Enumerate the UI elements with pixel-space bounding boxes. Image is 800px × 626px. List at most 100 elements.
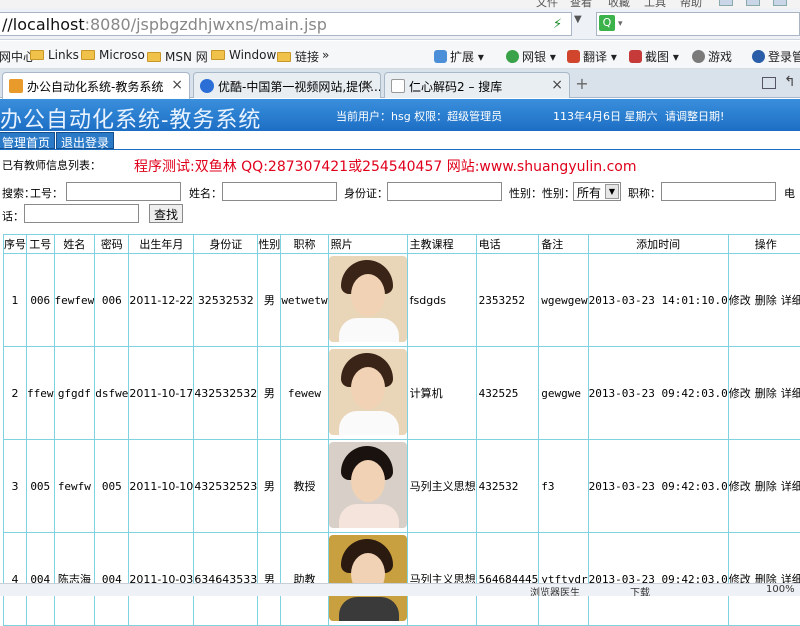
maximize-button[interactable] [746,0,760,6]
bookmark-overflow[interactable]: » [322,48,329,62]
cell-actions: 修改删除详细 [728,440,800,533]
cell-gender: 男 [258,533,281,626]
bookmark-microsoft[interactable]: Microso [81,48,145,62]
cell-phone: 564684445 [476,533,539,626]
cell-id: 32532532 [194,254,258,347]
cell-pwd: 004 [95,533,129,626]
tab-youku[interactable]: 优酷-中国第一视频网站,提供... × [193,72,381,98]
search-button[interactable]: 查找 [149,204,183,223]
toolbar-login[interactable]: 登录管家 [752,48,800,65]
title-input[interactable] [661,182,776,201]
cell-note: f3 [539,440,588,533]
address-bar[interactable]: //localhost:8080/jspbgzdhjwxns/main.jsp … [0,12,572,36]
chevron-down-icon: ▼ [605,184,619,199]
tab-list-icon[interactable] [762,77,776,89]
cell-course: fsdgds [407,254,476,347]
menu-view[interactable]: 查看 [570,0,592,8]
toolbar-translate[interactable]: 翻译 ▾ [567,48,617,65]
status-bar: 浏览器医生 下载 100% [0,583,800,596]
teacher-photo [329,535,407,621]
menu-file[interactable]: 文件 [536,0,558,8]
header-cell: 备注 [539,235,588,254]
speed-mode-icon[interactable]: ⚡ [553,17,562,32]
address-url: //localhost:8080/jspbgzdhjwxns/main.jsp [2,15,327,34]
search-engine-icon[interactable]: Q [599,15,615,31]
id-card-input[interactable] [387,182,502,201]
close-tab-icon[interactable]: × [362,77,374,93]
browser-doctor[interactable]: 浏览器医生 [530,584,580,596]
edit-link[interactable]: 修改 [729,387,751,400]
cell-note: ytftydr [539,533,588,626]
download-status[interactable]: 下载 [630,584,650,596]
edit-link[interactable]: 修改 [729,480,751,493]
cell-no: 4 [4,533,27,626]
cell-photo [328,440,407,533]
gender-select[interactable]: 所有 ▼ [573,182,621,201]
delete-link[interactable]: 删除 [755,480,777,493]
zoom-level[interactable]: 100% [766,584,795,595]
folder-icon [277,52,291,62]
bookmark-links[interactable]: Links [30,48,79,62]
search-dropdown-icon[interactable]: ▾ [618,19,623,29]
menu-help[interactable]: 帮助 [680,0,702,8]
close-tab-icon[interactable]: × [551,77,563,93]
detail-link[interactable]: 详细 [781,294,800,307]
delete-link[interactable]: 删除 [755,294,777,307]
detail-link[interactable]: 详细 [781,480,800,493]
cell-job: ffew [27,347,55,440]
edit-link[interactable]: 修改 [729,294,751,307]
cell-actions: 修改删除详细 [728,347,800,440]
bookmark-msn[interactable]: MSN 网 [147,48,208,65]
phone-label-part2: 话： [2,208,24,224]
minimize-button[interactable] [719,0,733,6]
page-icon [391,79,405,93]
close-tab-icon[interactable]: × [171,77,183,93]
table-row: 4004陈志海0042011-10-03634643533男助教马列主义思想56… [4,533,800,626]
phone-input[interactable] [24,204,139,223]
search-input[interactable]: Q ▾ [596,12,800,36]
bookmark-windows[interactable]: Window [211,48,276,62]
nav-logout-button[interactable]: 退出登录 [56,132,114,149]
toolbar-extensions[interactable]: 扩展 ▾ [434,48,484,65]
new-tab-button[interactable]: + [571,74,593,94]
toolbar-games[interactable]: 游戏 [692,48,732,65]
address-dropdown-icon[interactable]: ▼ [574,14,582,25]
name-input[interactable] [222,182,337,201]
cell-birth: 2011-10-10 [129,440,194,533]
menu-favorites[interactable]: 收藏 [608,0,630,8]
header-cell: 照片 [328,235,407,254]
address-bar-row: //localhost:8080/jspbgzdhjwxns/main.jsp … [0,8,800,40]
cell-pwd: 006 [95,254,129,347]
bookmark-links-cn[interactable]: 链接 [277,48,319,65]
cell-course: 计算机 [407,347,476,440]
back-arrow-icon[interactable]: ↰ [784,74,796,90]
cell-phone: 432532 [476,440,539,533]
current-user: 当前用户：hsg 权限：超级管理员 [336,108,502,124]
table-row: 1006fewfew0062011-12-2232532532男wetwetwf… [4,254,800,347]
delete-link[interactable]: 删除 [755,387,777,400]
menu-tools[interactable]: 工具 [644,0,666,8]
divider [0,149,800,150]
gender-label: 性别：性别： [509,185,575,201]
tab-oa-system[interactable]: 办公自动化系统-教务系统 × [2,72,190,99]
cell-pwd: 005 [95,440,129,533]
extensions-icon [434,50,447,63]
teacher-photo [329,349,407,435]
toolbar-netbank[interactable]: 网银 ▾ [506,48,556,65]
app-banner: 办公自动化系统-教务系统 当前用户：hsg 权限：超级管理员 113年4月6日 … [0,99,800,131]
close-window-button[interactable] [773,0,787,6]
detail-link[interactable]: 详细 [781,387,800,400]
job-no-input[interactable] [66,182,181,201]
bookmark-bar: 网中心 Links Microso MSN 网 Window 链接 » 扩展 ▾… [0,41,800,69]
header-cell: 添加时间 [588,235,728,254]
app-nav: 管理首页 退出登录 [0,131,800,149]
toolbar-screenshot[interactable]: 截图 ▾ [629,48,679,65]
cell-title: fewew [281,347,328,440]
cell-gender: 男 [258,254,281,347]
header-cell: 密码 [95,235,129,254]
tab-soku[interactable]: 仁心解码2 – 搜库 × [384,72,570,98]
cell-photo [328,347,407,440]
cell-actions: 修改删除详细 [728,533,800,626]
nav-home-button[interactable]: 管理首页 [0,132,55,149]
table-row: 3005fewfw0052011-10-10432532523男教授马列主义思想… [4,440,800,533]
